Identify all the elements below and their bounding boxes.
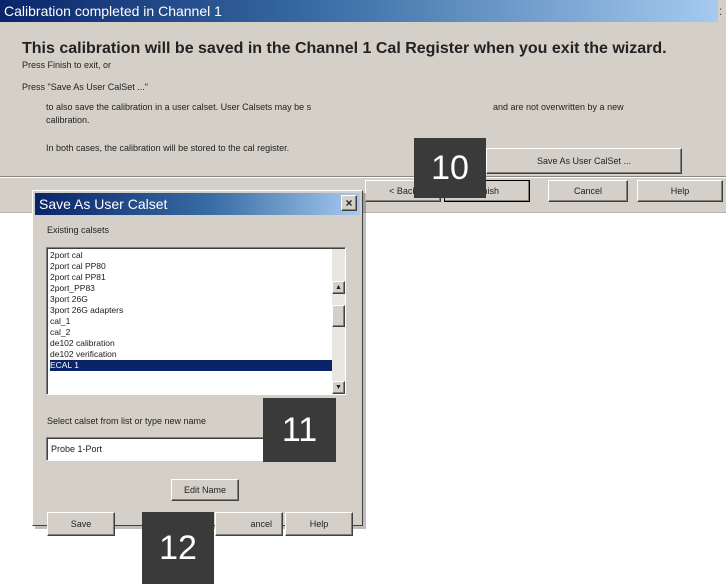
wizard-cancel-button[interactable]: Cancel xyxy=(548,180,628,202)
list-item-selected[interactable]: ECAL 1 xyxy=(50,360,334,371)
explanation-text-1: to also save the calibration in a user c… xyxy=(46,102,312,112)
close-icon[interactable]: × xyxy=(341,195,357,211)
save-as-instruction: Press "Save As User CalSet ..." xyxy=(22,82,148,92)
callout-12: 12 xyxy=(142,512,214,584)
wizard-title-bar: Calibration completed in Channel 1 xyxy=(0,0,718,22)
list-item[interactable]: cal_1 xyxy=(50,316,334,327)
finish-instruction: Press Finish to exit, or xyxy=(22,60,112,70)
scroll-down-icon[interactable]: ▼ xyxy=(332,381,345,394)
scrollbar-thumb[interactable] xyxy=(332,305,345,327)
list-item[interactable]: cal_2 xyxy=(50,327,334,338)
explanation-text-3: calibration. xyxy=(46,115,90,125)
listbox-scrollbar[interactable]: ▲ ▼ xyxy=(332,249,345,394)
save-as-user-calset-button[interactable]: Save As User CalSet ... xyxy=(486,148,682,174)
dialog-title-bar: Save As User Calset xyxy=(35,193,360,215)
list-item[interactable]: 2port cal PP81 xyxy=(50,272,334,283)
title-bar-edge: : xyxy=(719,4,723,18)
list-item[interactable]: 2port cal PP80 xyxy=(50,261,334,272)
list-item[interactable]: 3port 26G adapters xyxy=(50,305,334,316)
explanation-text-2: and are not overwritten by a new xyxy=(493,102,624,112)
scroll-up-icon[interactable]: ▲ xyxy=(332,281,345,294)
edit-name-button[interactable]: Edit Name xyxy=(171,479,239,501)
calset-listbox[interactable]: 2port cal 2port cal PP80 2port cal PP81 … xyxy=(46,247,346,395)
select-calset-label: Select calset from list or type new name xyxy=(47,416,207,426)
save-as-user-calset-dialog: Save As User Calset × Existing calsets 2… xyxy=(32,190,363,536)
wizard-headline: This calibration will be saved in the Ch… xyxy=(22,40,667,57)
calibration-wizard-window: Calibration completed in Channel 1 : Thi… xyxy=(0,0,726,213)
calset-name-input[interactable]: Probe 1-Port xyxy=(46,437,291,461)
list-item[interactable]: de102 verification xyxy=(50,349,334,360)
dialog-save-button[interactable]: Save xyxy=(47,512,115,536)
list-item[interactable]: 2port cal xyxy=(50,250,334,261)
wizard-help-button[interactable]: Help xyxy=(637,180,723,202)
dialog-cancel-button[interactable]: ancel xyxy=(215,512,283,536)
list-item[interactable]: de102 calibration xyxy=(50,338,334,349)
callout-11: 11 xyxy=(263,398,336,462)
dialog-help-button[interactable]: Help xyxy=(285,512,353,536)
cal-register-note: In both cases, the calibration will be s… xyxy=(46,143,290,153)
callout-10: 10 xyxy=(414,138,486,198)
list-item[interactable]: 3port 26G xyxy=(50,294,334,305)
list-item[interactable]: 2port_PP83 xyxy=(50,283,334,294)
existing-calsets-label: Existing calsets xyxy=(47,225,110,235)
button-separator xyxy=(0,176,726,178)
